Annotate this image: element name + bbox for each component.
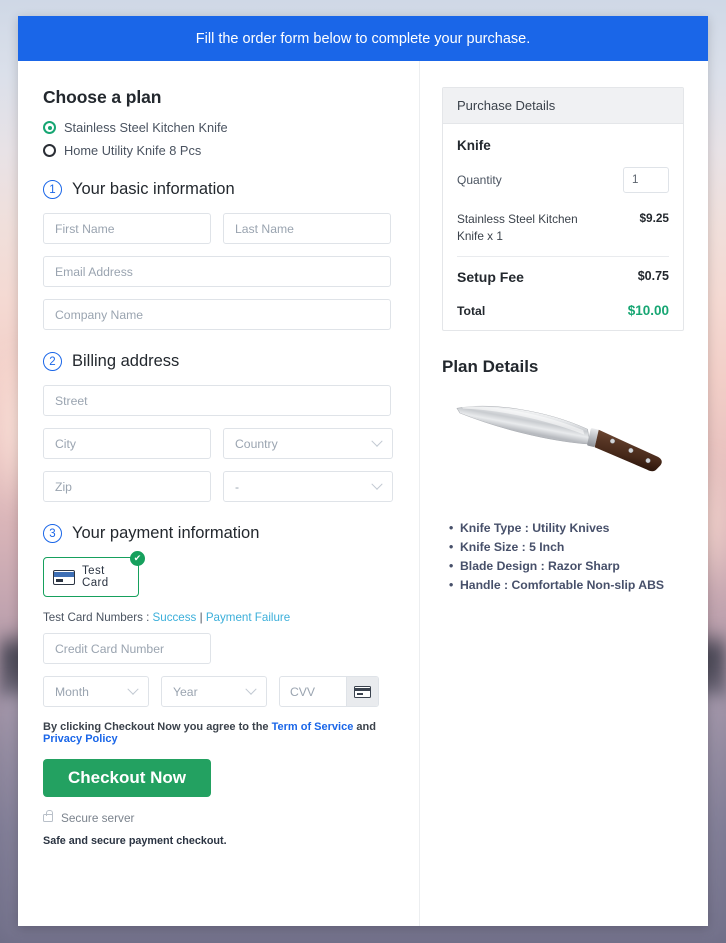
expiry-month-value: Month: [55, 684, 89, 699]
name-row: First Name Last Name: [43, 213, 391, 244]
credit-card-icon: [53, 569, 75, 585]
company-row: Company Name: [43, 299, 391, 330]
street-row: Street: [43, 385, 391, 416]
terms-of-service-link[interactable]: Term of Service: [272, 721, 354, 733]
plan-option-stainless-steel[interactable]: Stainless Steel Kitchen Knife: [43, 120, 391, 135]
plan-details-heading: Plan Details: [442, 357, 539, 377]
step-basic-information: 1 Your basic information: [43, 180, 391, 199]
setup-fee-amount: $0.75: [637, 269, 669, 284]
step-billing-address: 2 Billing address: [43, 352, 391, 371]
card-body: Choose a plan Stainless Steel Kitchen Kn…: [18, 61, 708, 926]
test-card-failure-link[interactable]: Payment Failure: [206, 611, 290, 624]
quantity-input[interactable]: 1: [623, 167, 669, 193]
list-item: Knife Type : Utility Knives: [449, 521, 684, 535]
payment-method-label: Test Card: [82, 565, 109, 589]
list-item: Knife Size : 5 Inch: [449, 540, 684, 554]
radio-icon-unselected[interactable]: [43, 144, 56, 157]
lock-icon: [43, 810, 53, 822]
expiry-year-value: Year: [173, 684, 198, 699]
plan-features-list: Knife Type : Utility Knives Knife Size :…: [442, 521, 684, 592]
list-item: Blade Design : Razor Sharp: [449, 559, 684, 573]
plan-option-label: Home Utility Knife 8 Pcs: [64, 143, 202, 158]
line-item-amount: $9.25: [639, 211, 669, 225]
purchase-details-header: Purchase Details: [443, 88, 683, 124]
secure-server-label: Secure server: [61, 811, 135, 825]
choose-plan-heading: Choose a plan: [43, 87, 162, 107]
knife-illustration-svg: [456, 405, 662, 472]
country-select-value: Country: [235, 436, 278, 451]
step-heading: Billing address: [72, 352, 180, 370]
plan-option-label: Stainless Steel Kitchen Knife: [64, 120, 228, 135]
city-country-row: City Country: [43, 428, 393, 459]
credit-card-number-input[interactable]: Credit Card Number: [43, 633, 211, 664]
cvv-help-button[interactable]: [346, 677, 378, 706]
test-card-success-link[interactable]: Success: [153, 611, 197, 624]
step-heading: Your payment information: [72, 524, 260, 542]
top-banner: Fill the order form below to complete yo…: [18, 16, 708, 61]
step-number-badge: 1: [43, 180, 62, 199]
payment-method-test-card[interactable]: Test Card ✔: [43, 551, 145, 597]
company-name-input[interactable]: Company Name: [43, 299, 391, 330]
step-heading: Your basic information: [72, 180, 235, 198]
state-select[interactable]: -: [223, 471, 393, 502]
last-name-input[interactable]: Last Name: [223, 213, 391, 244]
terms-agreement-text: By clicking Checkout Now you agree to th…: [43, 721, 391, 745]
checkout-now-button[interactable]: Checkout Now: [43, 759, 211, 797]
list-item: Handle : Comfortable Non-slip ABS: [449, 578, 684, 592]
chevron-down-icon: [371, 478, 383, 490]
summary-column: Purchase Details Knife Quantity 1 Stainl…: [420, 61, 708, 926]
checkout-card: Fill the order form below to complete yo…: [18, 16, 708, 926]
email-row: Email Address: [43, 256, 391, 287]
safe-checkout-note: Safe and secure payment checkout.: [43, 835, 227, 847]
expiry-cvv-row: Month Year CVV: [43, 676, 391, 707]
country-select[interactable]: Country: [223, 428, 393, 459]
step-number-badge: 3: [43, 524, 62, 543]
step-number-badge: 2: [43, 352, 62, 371]
privacy-policy-link[interactable]: Privacy Policy: [43, 733, 118, 745]
street-input[interactable]: Street: [43, 385, 391, 416]
link-separator: |: [196, 611, 206, 624]
quantity-row: Quantity 1: [457, 167, 669, 193]
email-field[interactable]: Email Address: [43, 256, 391, 287]
chevron-down-icon: [245, 683, 257, 695]
terms-middle: and: [353, 721, 376, 733]
divider: [457, 256, 669, 258]
banner-text: Fill the order form below to complete yo…: [195, 30, 531, 47]
total-row: Total $10.00: [457, 303, 669, 318]
zip-input[interactable]: Zip: [43, 471, 211, 502]
credit-card-icon: [354, 685, 371, 698]
zip-state-row: Zip -: [43, 471, 393, 502]
line-item-row: Stainless Steel Kitchen Knife x 1 $9.25: [457, 211, 669, 244]
total-label: Total: [457, 303, 486, 318]
radio-icon-selected[interactable]: [43, 121, 56, 134]
line-item-name: Stainless Steel Kitchen Knife x 1: [457, 212, 578, 243]
cvv-field-group[interactable]: CVV: [279, 676, 379, 707]
knife-product-image: [442, 391, 684, 511]
test-card-numbers-prefix: Test Card Numbers :: [43, 611, 153, 624]
setup-fee-row: Setup Fee $0.75: [457, 269, 669, 285]
order-form-column: Choose a plan Stainless Steel Kitchen Kn…: [18, 61, 420, 926]
setup-fee-label: Setup Fee: [457, 269, 524, 286]
terms-prefix: By clicking Checkout Now you agree to th…: [43, 721, 272, 733]
quantity-label: Quantity: [457, 173, 502, 187]
first-name-input[interactable]: First Name: [43, 213, 211, 244]
secure-server-row: Secure server: [43, 810, 391, 825]
chevron-down-icon: [127, 683, 139, 695]
city-input[interactable]: City: [43, 428, 211, 459]
cvv-input[interactable]: CVV: [280, 677, 346, 706]
step-payment-information: 3 Your payment information: [43, 524, 391, 543]
expiry-year-select[interactable]: Year: [161, 676, 267, 707]
expiry-month-select[interactable]: Month: [43, 676, 149, 707]
plan-option-home-utility[interactable]: Home Utility Knife 8 Pcs: [43, 143, 391, 158]
credit-card-number-row: Credit Card Number: [43, 633, 391, 664]
total-amount: $10.00: [627, 303, 669, 319]
test-card-numbers-note: Test Card Numbers : Success | Payment Fa…: [43, 611, 391, 624]
chevron-down-icon: [371, 435, 383, 447]
state-select-value: -: [235, 479, 240, 494]
product-name: Knife: [457, 138, 491, 153]
purchase-details-panel: Purchase Details Knife Quantity 1 Stainl…: [442, 87, 684, 332]
purchase-details-body: Knife Quantity 1 Stainless Steel Kitchen…: [443, 124, 683, 330]
check-circle-icon: ✔: [130, 551, 145, 566]
